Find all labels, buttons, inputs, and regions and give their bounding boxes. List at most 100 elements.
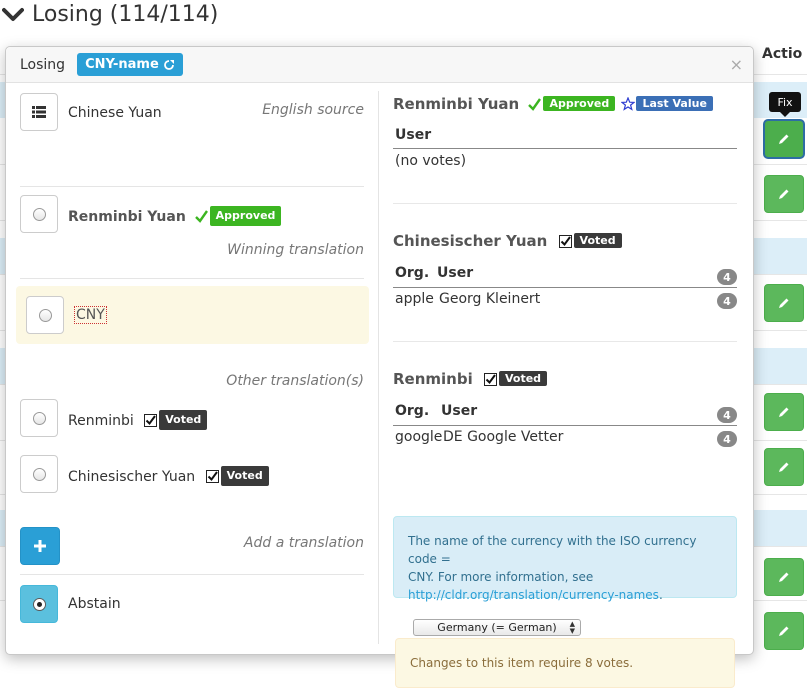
org-cell: apple xyxy=(395,291,434,307)
english-source-label: English source xyxy=(262,102,364,118)
fix-button[interactable] xyxy=(763,119,805,159)
no-votes-text: (no votes) xyxy=(395,153,467,169)
add-translation-button[interactable] xyxy=(20,527,60,565)
other-translation-text: Chinesischer Yuan Voted xyxy=(68,466,269,486)
checkbox-icon xyxy=(144,414,158,427)
item-code-text: CNY-name xyxy=(85,57,159,72)
fix-button[interactable] xyxy=(764,558,804,596)
vote-section-value: Renminbi Yuan xyxy=(393,95,520,113)
pencil-icon xyxy=(779,407,789,417)
approved-badge: Approved xyxy=(543,96,616,111)
info-line-1: The name of the currency with the ISO cu… xyxy=(408,534,697,566)
other-translation-radio[interactable] xyxy=(20,455,58,493)
english-source-text: Chinese Yuan xyxy=(68,105,162,121)
user-cell: Georg Kleinert xyxy=(439,291,541,307)
voted-badge: Voted xyxy=(498,371,548,386)
other-translation-radio[interactable] xyxy=(20,399,58,437)
current-value-code: CNY xyxy=(74,306,107,324)
vote-total-badge: 4 xyxy=(717,407,737,423)
fix-button[interactable] xyxy=(764,393,804,431)
org-cell: google xyxy=(395,429,443,445)
vote-section-value: Chinesischer Yuan xyxy=(393,232,548,250)
info-line-3: http://cldr.org/translation/currency-nam… xyxy=(408,586,722,604)
user-column-header: User xyxy=(437,265,474,281)
current-value-text: CNY xyxy=(74,306,107,324)
voted-badge: Voted xyxy=(159,410,208,430)
pencil-icon xyxy=(779,462,789,472)
translations-column: Chinese Yuan English source Renminbi Yua… xyxy=(16,93,369,623)
popover-header: Losing CNY-name × xyxy=(6,47,753,83)
other-translation-value: Renminbi xyxy=(68,413,134,429)
section-title: Losing (114/114) xyxy=(32,2,219,27)
fix-button[interactable] xyxy=(764,612,804,650)
radio-icon xyxy=(38,308,52,322)
fix-tooltip: Fix xyxy=(769,92,801,117)
vote-popover: Losing CNY-name × Chinese Yuan English s… xyxy=(5,46,754,688)
user-column-header: User xyxy=(441,403,478,419)
vote-section-title: Renminbi Yuan Approved Last Value xyxy=(393,95,713,113)
section-divider xyxy=(393,341,737,342)
info-line-2: CNY. For more information, see xyxy=(408,570,594,584)
locale-select-value: Germany (= German) xyxy=(437,621,557,634)
pencil-icon xyxy=(779,626,789,636)
pencil-icon xyxy=(779,572,789,582)
add-translation-row: Add a translation xyxy=(20,527,364,575)
english-source-row: Chinese Yuan English source xyxy=(20,93,364,187)
approved-badge: Approved xyxy=(209,206,282,226)
org-column-header: Org. xyxy=(395,403,430,419)
fix-button[interactable] xyxy=(764,284,804,322)
winning-translation-radio[interactable] xyxy=(20,195,58,233)
pencil-icon xyxy=(779,134,789,144)
last-value-badge: Last Value xyxy=(636,96,713,111)
vote-section-title: Renminbi Voted xyxy=(393,370,548,388)
add-translation-label: Add a translation xyxy=(243,535,364,551)
checkmark-icon xyxy=(194,210,208,223)
current-value-radio[interactable] xyxy=(26,296,64,334)
section-divider xyxy=(393,203,737,204)
star-icon xyxy=(621,97,636,111)
radio-icon xyxy=(32,411,46,425)
item-code-link[interactable]: CNY-name xyxy=(77,53,183,76)
winning-translation-row: Renminbi Yuan Approved Winning translati… xyxy=(20,187,364,279)
other-translation-row: Chinesischer Yuan Voted xyxy=(20,455,364,495)
user-column-header: User xyxy=(395,127,432,143)
abstain-row: Abstain xyxy=(20,585,364,625)
plus-icon xyxy=(34,540,46,552)
voted-badge: Voted xyxy=(220,466,269,486)
chevron-down-icon xyxy=(2,8,24,21)
column-divider xyxy=(378,91,379,644)
close-button[interactable]: × xyxy=(730,55,743,74)
table-header-line xyxy=(393,425,737,426)
locale-select[interactable]: Germany (= German) ▲ ▼ xyxy=(413,619,581,636)
other-translation-value: Chinesischer Yuan xyxy=(68,469,196,485)
radio-selected-icon xyxy=(32,597,46,611)
current-value-row: CNY xyxy=(16,286,369,344)
fix-button[interactable] xyxy=(764,448,804,486)
list-icon xyxy=(32,106,46,118)
select-arrows-icon: ▲ ▼ xyxy=(569,620,575,635)
vote-count-badge: 4 xyxy=(717,293,737,309)
action-column-header: Actio xyxy=(762,46,803,62)
winning-translation-value: Renminbi Yuan xyxy=(68,209,186,225)
info-link[interactable]: http://cldr.org/translation/currency-nam… xyxy=(408,588,659,602)
fix-button[interactable] xyxy=(764,175,804,213)
other-translations-label: Other translation(s) xyxy=(226,373,364,389)
user-cell: DE Google Vetter xyxy=(443,429,564,445)
pencil-icon xyxy=(779,189,789,199)
org-column-header: Org. xyxy=(395,265,430,281)
vote-section-title: Chinesischer Yuan Voted xyxy=(393,232,622,250)
other-translation-text: Renminbi Voted xyxy=(68,410,208,430)
vote-requirement-warning: Changes to this item require 8 votes. xyxy=(395,638,735,688)
section-header[interactable]: Losing (114/114) xyxy=(0,0,218,30)
checkbox-icon xyxy=(205,470,219,483)
voted-badge: Voted xyxy=(573,233,622,248)
abstain-text: Abstain xyxy=(68,596,121,612)
other-translation-row: Renminbi Voted xyxy=(20,399,364,439)
abstain-radio[interactable] xyxy=(20,585,58,623)
checkbox-icon xyxy=(483,373,497,386)
vote-section-value: Renminbi xyxy=(393,370,473,388)
vote-total-badge: 4 xyxy=(717,269,737,285)
winning-translation-text: Renminbi Yuan Approved xyxy=(68,206,282,226)
popover-label: Losing xyxy=(20,56,66,73)
english-source-button[interactable] xyxy=(20,93,58,131)
